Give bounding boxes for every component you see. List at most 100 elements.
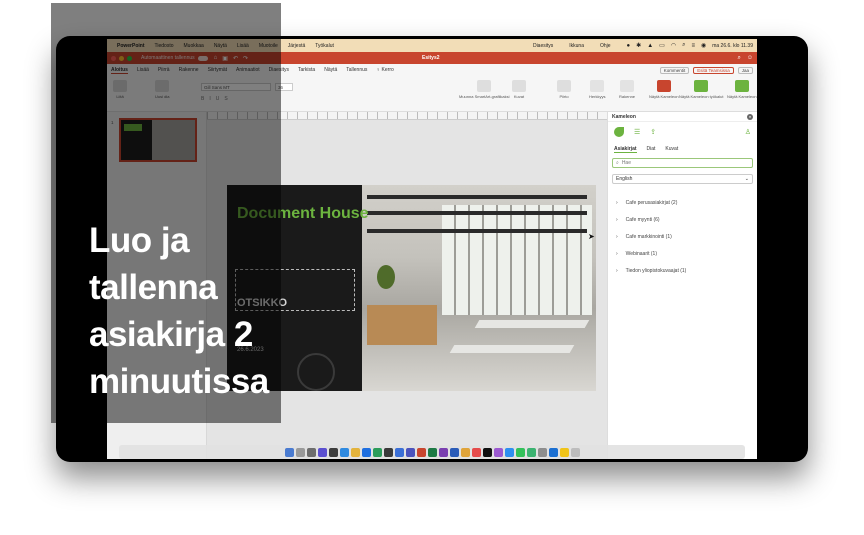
list-item[interactable]: › Cafe markkinointi (1) [612,228,753,245]
app-icon[interactable] [383,447,393,457]
kameleon-search-input[interactable]: ⌕ Hae [612,158,753,168]
video-headline: Luo ja tallenna asiakirja 2 minuutissa [89,217,379,405]
tab-slides[interactable]: Diat [647,146,656,152]
facetime-icon[interactable] [526,447,536,457]
present-teams-button[interactable]: Esitä Teamsissa [693,66,734,74]
user-icon[interactable]: ♙ [745,128,751,136]
app-icon[interactable] [328,447,338,457]
tv-icon[interactable] [482,447,492,457]
outlook-icon[interactable] [394,447,404,457]
siri-icon[interactable]: ◉ [701,42,706,49]
chevron-right-icon: › [616,233,618,240]
trash-icon[interactable] [570,447,580,457]
app-icon[interactable] [548,447,558,457]
close-icon[interactable]: × [747,113,753,120]
list-item[interactable]: › Tiedon yliopistokuvaajat (1) [612,262,753,279]
launchpad-icon[interactable] [295,447,305,457]
drawing-button[interactable]: Piirto [557,80,571,99]
headline-line: tallenna [89,268,218,307]
messages-icon[interactable] [515,447,525,457]
headline-line: Luo ja [89,221,190,260]
smartart-button[interactable]: Muunna SmartArt-grafiikaksi [459,80,509,99]
show-kameleon-tools-button[interactable]: Näytä Kameleon työkalut [679,80,723,99]
list-item[interactable]: › Cafe perusasiakirjat (2) [612,194,753,211]
finder-icon[interactable] [284,447,294,457]
chevron-right-icon: › [616,216,618,223]
record-icon[interactable]: ● [627,43,631,49]
app-icon[interactable] [361,447,371,457]
safari-icon[interactable] [339,447,349,457]
powerpoint-icon[interactable] [416,447,426,457]
wifi-icon[interactable]: ◠ [671,42,676,49]
headline-line: minuutissa [89,362,269,401]
search-icon: ⌕ [616,159,619,166]
share-button[interactable]: Jaa [737,66,753,74]
kameleon-leaf-icon[interactable] [614,127,624,137]
menu-right: Diaesitys Ikkuna Ohje ● ✱ ▲ ▭ ◠ ⌕ ≡ ◉ ma… [533,42,753,49]
battery-icon[interactable]: ▭ [659,42,665,49]
menu-item-slideshow[interactable]: Diaesitys [533,43,553,49]
folder-icon[interactable] [559,447,569,457]
list-item[interactable]: › Cafe myynti (6) [612,211,753,228]
ceiling-beam [367,195,587,199]
chevron-right-icon: › [616,267,618,274]
excel-icon[interactable] [427,447,437,457]
list-icon[interactable]: ☰ [634,128,640,136]
tab-documents[interactable]: Asiakirjat [614,146,637,153]
show-kameleon-button-2[interactable]: Näytä Kameleon [727,80,757,99]
tab-images[interactable]: Kuvat [665,146,678,152]
bluetooth-icon[interactable]: ✱ [636,42,641,49]
chevron-right-icon: › [616,199,618,206]
tab-review[interactable]: Tarkista [298,67,315,73]
menu-item-help[interactable]: Ohje [600,43,611,49]
system-settings-icon[interactable] [537,447,547,457]
pictures-icon [512,80,526,92]
document-folder-list: › Cafe perusasiakirjat (2) › Cafe myynti (… [608,188,757,285]
account-icon[interactable]: ☺ [747,55,753,62]
music-icon[interactable] [471,447,481,457]
tab-recording[interactable]: Tallennus [346,67,367,73]
menu-item-window[interactable]: Ikkuna [569,43,584,49]
titlebar-right: ⌕ ☺ [737,55,753,62]
app-icon[interactable] [372,447,382,457]
kameleon-icon [656,80,671,92]
pictures-button[interactable]: Kuvat [512,80,526,99]
app-store-icon[interactable] [504,447,514,457]
ribbon-tab-actions: Kommentit Esitä Teamsissa Jaa [659,66,753,74]
sensitivity-button[interactable]: Herkkyys [589,80,605,99]
podcasts-icon[interactable] [493,447,503,457]
chrome-icon[interactable] [350,447,360,457]
upload-icon[interactable]: ⇪ [650,128,656,136]
kameleon-header: Kameleon × [608,112,757,122]
comments-button[interactable]: Kommentit [659,66,690,74]
menu-clock[interactable]: ma 26.6. klo 11.39 [712,43,753,49]
app-icon[interactable] [317,447,327,457]
app-icon[interactable] [306,447,316,457]
language-select[interactable]: English ⌄ [612,174,753,184]
search-icon[interactable]: ⌕ [737,55,740,62]
designer-button[interactable]: Rakenne [619,80,635,99]
plant [377,265,395,289]
menu-item-tools[interactable]: Työkalut [315,43,334,49]
drawing-icon [557,80,571,92]
onenote-icon[interactable] [438,447,448,457]
office-windows [442,205,592,315]
chevron-right-icon: › [616,250,618,257]
menu-item-arrange[interactable]: Järjestä [288,43,306,49]
control-center-icon[interactable]: ≡ [691,43,695,49]
tab-view[interactable]: Näytä [324,67,337,73]
teams-icon[interactable] [405,447,415,457]
list-item[interactable]: › Webinaarit (1) [612,245,753,262]
user-icon[interactable]: ▲ [647,43,653,49]
word-icon[interactable] [449,447,459,457]
sensitivity-icon [590,80,605,92]
headline-line: asiakirja 2 [89,315,253,354]
tell-me-label: Kerro [381,67,394,73]
notes-icon[interactable] [460,447,470,457]
search-icon[interactable]: ⌕ [682,42,685,49]
tell-me-search[interactable]: ♀ Kerro [376,67,393,73]
show-kameleon-button[interactable]: Näytä Kameleon [649,80,679,99]
kameleon-title: Kameleon [612,113,636,120]
ceiling-beam [367,211,587,215]
mouse-cursor-icon: ➤ [588,232,595,241]
